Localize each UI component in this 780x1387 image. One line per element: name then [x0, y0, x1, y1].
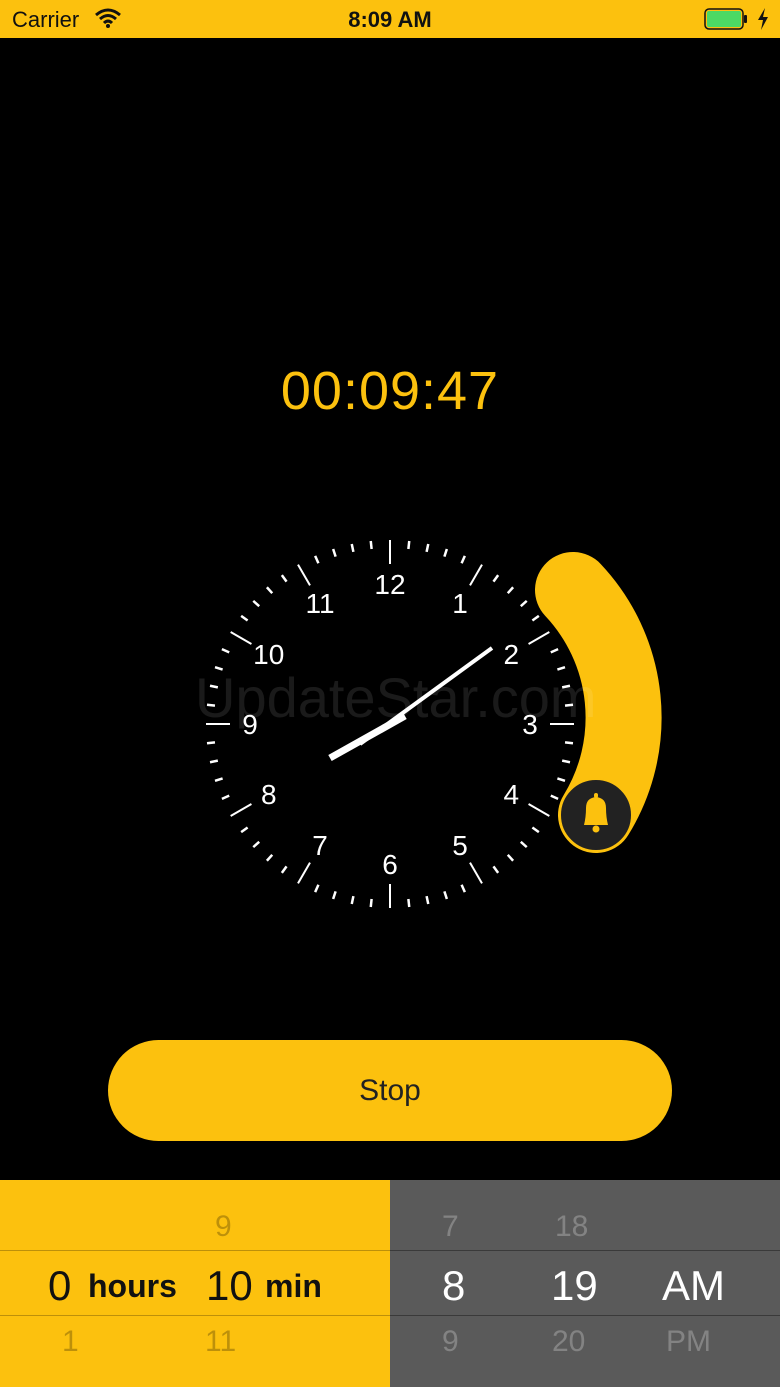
- minute-tick: [331, 548, 337, 558]
- hour-tick: [528, 803, 550, 817]
- minute-option-above[interactable]: 9: [215, 1210, 232, 1244]
- minute-option-above-time[interactable]: 18: [555, 1210, 588, 1244]
- minute-tick: [314, 555, 320, 564]
- hours-option-below[interactable]: 1: [62, 1325, 79, 1359]
- period-option-below[interactable]: PM: [666, 1325, 711, 1359]
- minute-tick: [350, 895, 355, 905]
- minute-tick: [252, 599, 261, 608]
- status-time: 8:09 AM: [348, 7, 432, 32]
- hour-tick: [230, 803, 252, 817]
- minute-tick: [519, 599, 528, 608]
- hours-selected-value[interactable]: 0: [48, 1262, 71, 1310]
- minute-tick: [221, 648, 230, 654]
- countdown-display: 00:09:47: [280, 361, 500, 421]
- minute-tick: [561, 759, 571, 764]
- minute-tick: [221, 794, 230, 800]
- minute-tick: [506, 853, 515, 862]
- minute-tick: [556, 777, 566, 783]
- minute-tick: [240, 826, 249, 834]
- minute-tick: [519, 840, 528, 849]
- minute-tick: [369, 898, 373, 908]
- hour-tick: [528, 631, 550, 645]
- minute-tick: [425, 895, 430, 905]
- minutes-unit-label: min: [265, 1268, 322, 1304]
- hour-option-below[interactable]: 9: [442, 1325, 459, 1359]
- minute-tick: [265, 586, 274, 595]
- minute-tick: [550, 794, 559, 800]
- clock-number-8: 8: [261, 779, 277, 810]
- minute-tick: [425, 543, 430, 553]
- minute-tick: [407, 540, 411, 550]
- minute-tick: [214, 777, 224, 783]
- minute-tick: [206, 741, 216, 745]
- minute-tick: [531, 614, 540, 622]
- minute-option-below[interactable]: 11: [205, 1325, 236, 1359]
- minute-tick: [443, 548, 449, 558]
- hour-selected-value[interactable]: 8: [442, 1262, 465, 1310]
- status-bar: Carrier 8:09 AM: [0, 0, 780, 38]
- minute-tick: [240, 614, 249, 622]
- minute-tick: [460, 884, 466, 893]
- clock-number-11: 11: [305, 588, 334, 619]
- hour-tick: [297, 564, 311, 586]
- stop-button[interactable]: Stop: [108, 1040, 672, 1141]
- minute-tick: [443, 890, 449, 900]
- minute-tick: [550, 648, 559, 654]
- charging-bolt-icon: [758, 8, 768, 30]
- minute-tick: [564, 741, 574, 745]
- hours-unit-label: hours: [88, 1268, 177, 1304]
- duration-picker[interactable]: 9 0 hours 10 min 1 11: [0, 1180, 390, 1387]
- period-selected-value[interactable]: AM: [662, 1262, 725, 1310]
- clock-number-4: 4: [503, 779, 519, 810]
- clock-number-12: 12: [374, 569, 405, 600]
- minute-tick: [531, 826, 540, 834]
- hour-tick: [469, 862, 483, 884]
- minute-tick: [265, 853, 274, 862]
- minute-tick: [460, 555, 466, 564]
- clock-number-1: 1: [452, 588, 468, 619]
- hour-tick: [230, 631, 252, 645]
- minute-tick: [209, 759, 219, 764]
- minute-tick: [350, 543, 355, 553]
- minutes-selected-value[interactable]: 10: [206, 1262, 253, 1310]
- stop-button-label: Stop: [359, 1073, 421, 1107]
- minute-tick: [252, 840, 261, 849]
- minute-tick: [492, 574, 500, 583]
- minute-tick: [314, 884, 320, 893]
- minute-tick: [492, 865, 500, 874]
- minute-selected-value[interactable]: 19: [551, 1262, 598, 1310]
- minute-tick: [280, 574, 288, 583]
- minute-option-below-time[interactable]: 20: [552, 1325, 585, 1359]
- hour-tick: [469, 564, 483, 586]
- alarm-time-picker[interactable]: 7 18 8 19 AM 9 20 PM: [390, 1180, 780, 1387]
- minute-tick: [407, 898, 411, 908]
- minute-tick: [331, 890, 337, 900]
- battery-icon: [704, 8, 747, 30]
- hour-option-above[interactable]: 7: [442, 1210, 459, 1244]
- hour-tick: [297, 862, 311, 884]
- minute-tick: [280, 865, 288, 874]
- watermark: UpdateStar.com: [195, 666, 597, 729]
- minute-tick: [506, 586, 515, 595]
- clock-number-5: 5: [452, 830, 468, 861]
- clock-number-6: 6: [382, 849, 398, 880]
- minute-tick: [369, 540, 373, 550]
- clock-number-7: 7: [312, 830, 328, 861]
- alarm-knob[interactable]: [559, 778, 633, 852]
